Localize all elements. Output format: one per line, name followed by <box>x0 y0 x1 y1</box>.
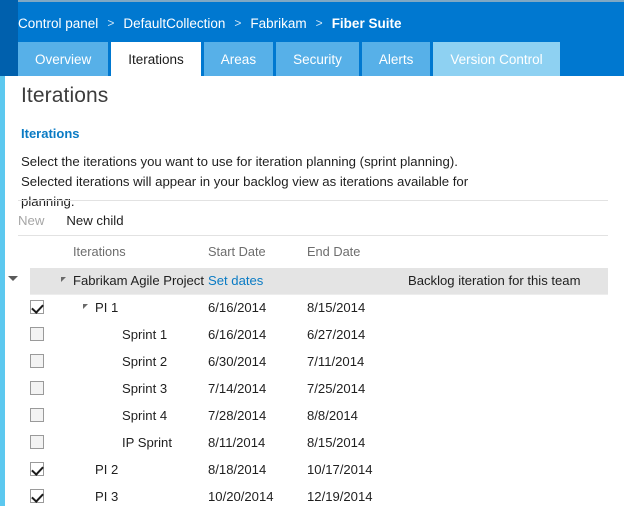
breadcrumb: Control panel > DefaultCollection > Fabrikam… <box>18 13 401 33</box>
start-date-value: 7/28/2014 <box>208 408 266 423</box>
new-button[interactable]: New <box>18 213 44 228</box>
row-checkbox[interactable] <box>30 327 44 341</box>
breadcrumb-separator: > <box>234 16 241 30</box>
table-row[interactable]: PI 3 10/20/2014 12/19/2014 <box>0 484 624 506</box>
row-checkbox[interactable] <box>30 462 44 476</box>
start-date-value: 6/30/2014 <box>208 354 266 369</box>
tab-alerts[interactable]: Alerts <box>362 42 431 76</box>
iteration-name: Sprint 3 <box>122 381 167 396</box>
chevron-down-icon[interactable] <box>8 276 18 281</box>
end-date-value: 8/8/2014 <box>307 408 358 423</box>
start-date-value: 8/11/2014 <box>208 435 265 450</box>
start-date-value: 6/16/2014 <box>208 327 266 342</box>
header-left-accent <box>0 0 18 76</box>
tab-version-control[interactable]: Version Control <box>433 42 559 76</box>
page-title: Iterations <box>21 84 108 108</box>
breadcrumb-item-fiber-suite: Fiber Suite <box>332 16 402 31</box>
new-child-button[interactable]: New child <box>66 213 123 228</box>
iteration-name: PI 1 <box>95 300 118 315</box>
backlog-iteration-note: Backlog iteration for this team <box>408 273 580 288</box>
tab-bar: OverviewIterationsAreasSecurityAlertsVer… <box>18 42 563 76</box>
start-date-value: 7/14/2014 <box>208 381 266 396</box>
tab-iterations[interactable]: Iterations <box>111 42 201 76</box>
iteration-name: IP Sprint <box>122 435 172 450</box>
table-row[interactable]: Sprint 4 7/28/2014 8/8/2014 <box>0 403 624 430</box>
table-row[interactable]: PI 2 8/18/2014 10/17/2014 <box>0 457 624 484</box>
end-date-value: 8/15/2014 <box>307 435 365 450</box>
table-row[interactable]: Fabrikam Agile Project Set dates Backlog i… <box>0 268 624 295</box>
row-checkbox[interactable] <box>30 435 44 449</box>
table-row[interactable]: IP Sprint 8/11/2014 8/15/2014 <box>0 430 624 457</box>
end-date-value: 7/25/2014 <box>307 381 365 396</box>
breadcrumb-item-defaultcollection[interactable]: DefaultCollection <box>123 16 225 31</box>
row-checkbox[interactable] <box>30 300 44 314</box>
column-header-end-date: End Date <box>307 244 360 259</box>
column-header-start-date: Start Date <box>208 244 266 259</box>
row-checkbox[interactable] <box>30 408 44 422</box>
start-date-value: 6/16/2014 <box>208 300 266 315</box>
grid-toolbar: New New child <box>18 207 146 233</box>
end-date-value: 6/27/2014 <box>307 327 365 342</box>
iterations-grid: Iterations Start Date End Date Fabrikam … <box>0 244 624 506</box>
iteration-name: Fabrikam Agile Project <box>73 273 204 288</box>
table-row[interactable]: PI 1 6/16/2014 8/15/2014 <box>0 295 624 322</box>
section-title: Iterations <box>21 126 80 141</box>
column-header-iterations: Iterations <box>73 244 126 259</box>
breadcrumb-separator: > <box>316 16 323 30</box>
start-date-value: 8/18/2014 <box>208 462 266 477</box>
page-description: Select the iterations you want to use fo… <box>21 152 491 212</box>
expand-triangle-icon[interactable] <box>83 304 88 309</box>
grid-body: Fabrikam Agile Project Set dates Backlog i… <box>0 268 624 506</box>
table-row[interactable]: Sprint 2 6/30/2014 7/11/2014 <box>0 349 624 376</box>
end-date-value: 7/11/2014 <box>307 354 364 369</box>
start-date-value: 10/20/2014 <box>208 489 274 504</box>
end-date-value: 12/19/2014 <box>307 489 373 504</box>
row-checkbox[interactable] <box>30 354 44 368</box>
breadcrumb-item-control-panel[interactable]: Control panel <box>18 16 98 31</box>
expand-triangle-icon[interactable] <box>61 277 66 282</box>
end-date-value: 8/15/2014 <box>307 300 365 315</box>
window-top-border <box>0 0 624 2</box>
tab-overview[interactable]: Overview <box>18 42 108 76</box>
iteration-name: Sprint 1 <box>122 327 167 342</box>
control-panel-window: Control panel > DefaultCollection > Fabrikam… <box>0 0 624 506</box>
end-date-value: 10/17/2014 <box>307 462 373 477</box>
iteration-name: Sprint 2 <box>122 354 167 369</box>
toolbar-top-divider <box>18 200 608 201</box>
row-checkbox[interactable] <box>30 381 44 395</box>
tab-security[interactable]: Security <box>276 42 359 76</box>
breadcrumb-separator: > <box>107 16 114 30</box>
iteration-name: PI 2 <box>95 462 118 477</box>
grid-header-row: Iterations Start Date End Date <box>0 244 624 268</box>
toolbar-bottom-divider <box>18 235 608 236</box>
set-dates-link[interactable]: Set dates <box>208 273 263 288</box>
row-checkbox[interactable] <box>30 489 44 503</box>
table-row[interactable]: Sprint 1 6/16/2014 6/27/2014 <box>0 322 624 349</box>
tab-areas[interactable]: Areas <box>204 42 273 76</box>
iteration-name: Sprint 4 <box>122 408 167 423</box>
table-row[interactable]: Sprint 3 7/14/2014 7/25/2014 <box>0 376 624 403</box>
breadcrumb-item-fabrikam[interactable]: Fabrikam <box>250 16 306 31</box>
iteration-name: PI 3 <box>95 489 118 504</box>
